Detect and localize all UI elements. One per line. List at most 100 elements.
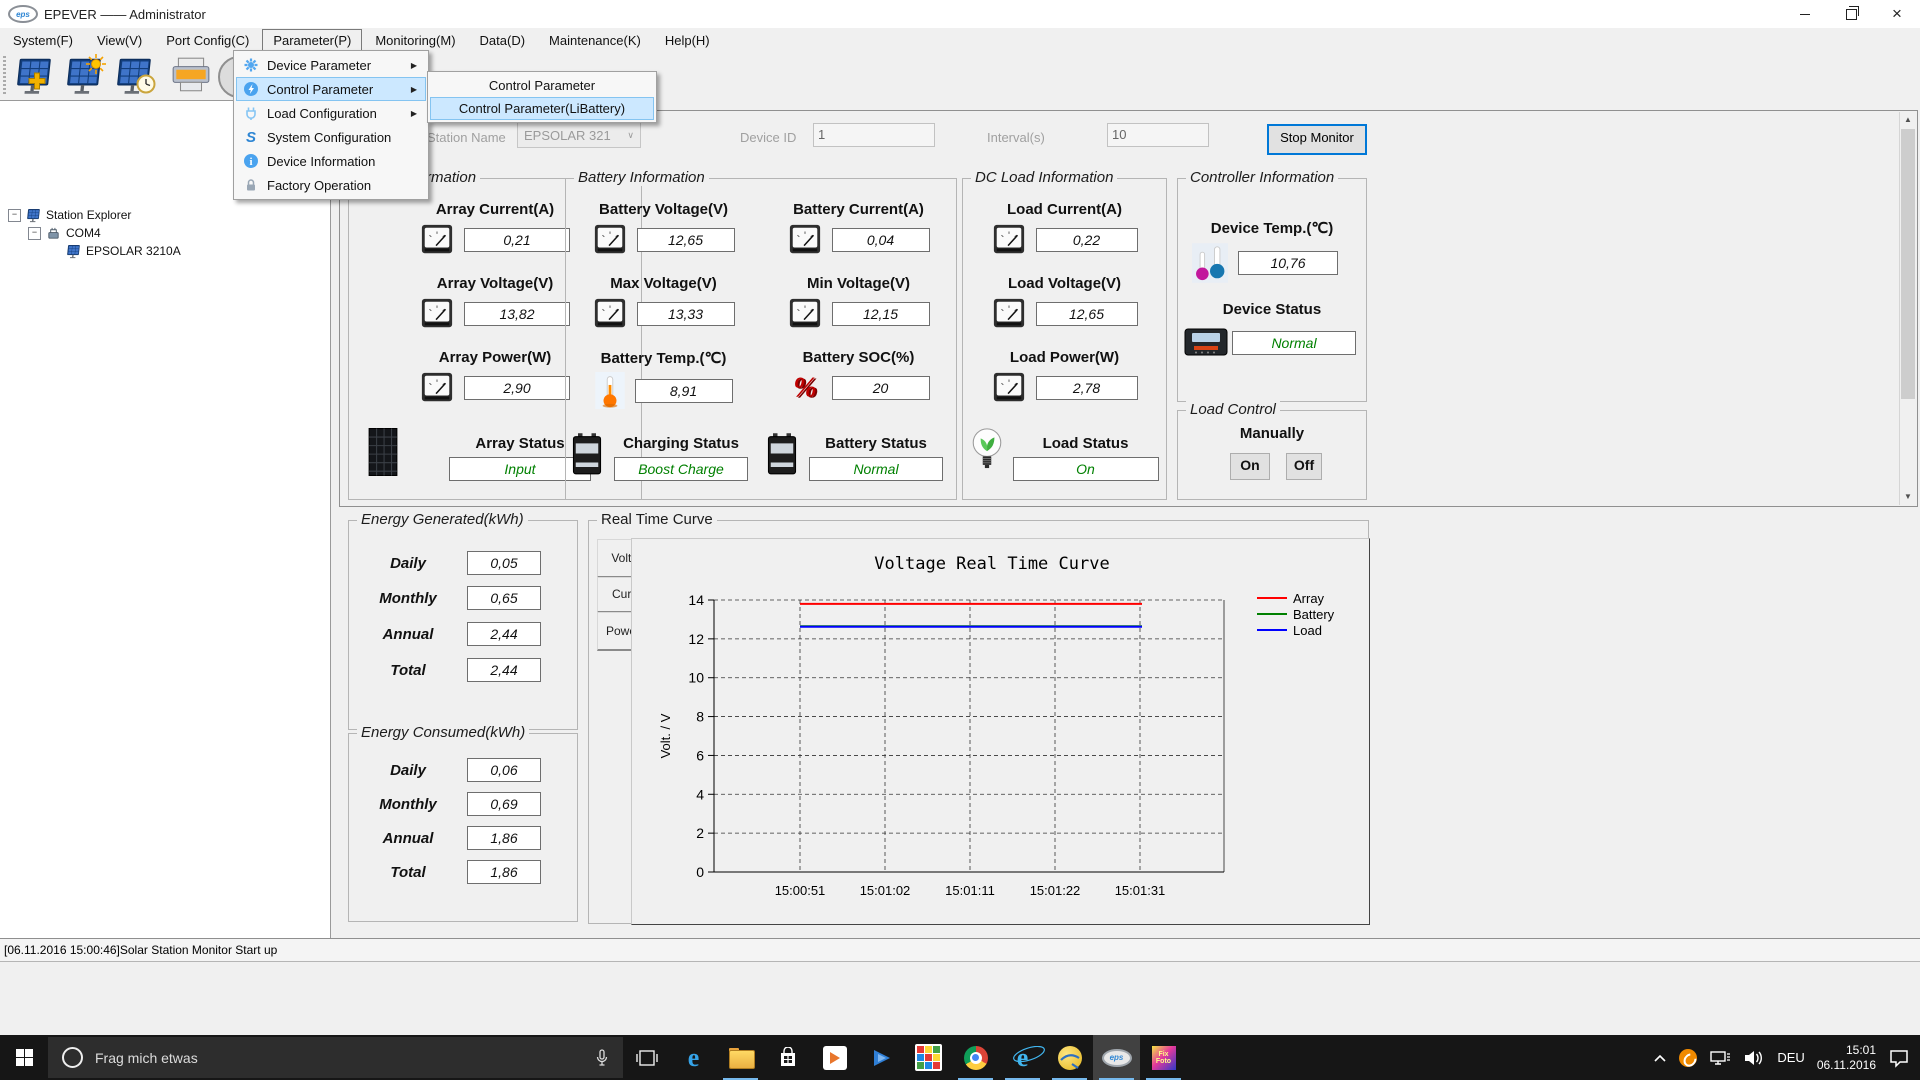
task-view-icon [635,1049,658,1066]
language-indicator[interactable]: DEU [1777,1050,1804,1065]
device-id-input[interactable]: 1 [813,123,935,147]
taskbar-epever-app[interactable]: eps [1093,1035,1140,1080]
dual-thermometer-icon [1192,243,1228,283]
grid-apps-icon [915,1044,942,1071]
solar-station-add-icon[interactable] [14,56,58,98]
submenu-arrow-icon: ▶ [410,108,417,118]
tree-item-com4[interactable]: − COM4 [28,225,101,241]
parameter-dropdown-menu: Device Parameter ▶ Control Parameter ▶ Loa… [233,50,429,200]
control-parameter-submenu: Control Parameter Control Parameter(LiBa… [427,71,657,123]
taskbar-file-explorer[interactable] [717,1035,764,1080]
svg-text:15:01:22: 15:01:22 [1030,883,1081,898]
percent-icon [788,371,822,405]
toolbar-drag-handle[interactable] [3,56,6,96]
menu-system[interactable]: System(F) [2,29,84,52]
svg-text:0: 0 [696,864,704,880]
station-name-select[interactable]: EPSOLAR 321 ∨ [517,122,641,148]
taskbar-search[interactable]: Frag mich etwas [48,1037,623,1078]
cortana-icon [62,1047,83,1068]
tree-item-station-explorer[interactable]: − Station Explorer [8,207,131,223]
battery-status-value: Normal [809,457,943,481]
controller-information-panel: Controller Information Device Temp.(℃) 1… [1177,169,1367,402]
svg-text:Array: Array [1293,591,1325,606]
taskbar-fixfoto[interactable]: Fix Foto [1140,1035,1187,1080]
media-player-icon [822,1045,847,1070]
menu-monitoring[interactable]: Monitoring(M) [364,29,466,52]
menu-item-device-information[interactable]: Device Information [236,149,426,173]
speaker-icon[interactable] [1743,1049,1765,1067]
menu-item-control-parameter[interactable]: Control Parameter ▶ [236,77,426,101]
menu-view[interactable]: View(V) [86,29,153,52]
expand-collapse-icon[interactable]: − [8,208,21,222]
energy-gen-total: 2,44 [467,658,541,682]
task-view-button[interactable] [623,1035,670,1080]
array-current-value: 0,21 [464,228,570,252]
close-button[interactable]: × [1874,0,1920,28]
svg-text:Voltage Real Time Curve: Voltage Real Time Curve [874,554,1109,574]
menu-item-system-configuration[interactable]: System Configuration [236,125,426,149]
load-voltage-value: 12,65 [1035,302,1138,326]
energy-con-annual: 1,86 [467,826,541,850]
interval-input[interactable]: 10 [1107,123,1209,147]
expand-collapse-icon[interactable]: − [28,226,41,240]
scroll-up-icon[interactable]: ▲ [1900,112,1916,128]
energy-con-monthly: 0,69 [467,792,541,816]
taskbar-media-player[interactable] [811,1035,858,1080]
taskbar-globe-app[interactable] [1046,1035,1093,1080]
menu-parameter[interactable]: Parameter(P) [262,28,363,52]
menu-maintenance[interactable]: Maintenance(K) [538,29,652,52]
submenu-item-control-parameter-libattery[interactable]: Control Parameter(LiBattery) [430,97,654,120]
mic-icon[interactable] [595,1048,609,1068]
avira-icon[interactable] [1679,1048,1700,1069]
menu-data[interactable]: Data(D) [469,29,537,52]
solar-station-sun-icon[interactable] [64,56,108,98]
title-bar: eps EPEVER —— Administrator × [0,0,1920,29]
load-power-value: 2,78 [1035,376,1138,400]
load-current-value: 0,22 [1035,228,1138,252]
realtime-chart: 0 2 4 6 8 10 12 14 15:00:51 15:01:02 15:01:11 15:01… [658,554,1335,898]
restore-button[interactable] [1828,0,1874,28]
menu-item-factory-operation[interactable]: Factory Operation [236,173,426,197]
device-status-value: Normal [1232,331,1356,355]
solar-station-clock-icon[interactable] [114,56,158,98]
thermometer-icon [594,372,625,409]
menu-item-load-configuration[interactable]: Load Configuration ▶ [236,101,426,125]
taskbar-store[interactable] [764,1035,811,1080]
movies-tv-icon [873,1049,890,1066]
load-on-button[interactable]: On [1230,453,1270,480]
taskbar-grid-apps[interactable] [905,1035,952,1080]
svg-text:14: 14 [688,592,704,608]
printer-icon[interactable] [170,56,214,98]
store-icon [780,1046,795,1066]
stop-monitor-button[interactable]: Stop Monitor [1267,124,1367,155]
menu-port-config[interactable]: Port Config(C) [155,29,260,52]
scroll-down-icon[interactable]: ▼ [1900,489,1916,505]
action-center-icon[interactable] [1888,1048,1910,1068]
epever-app-icon: eps [1101,1048,1132,1067]
tree-item-device[interactable]: EPSOLAR 3210A [66,243,181,259]
min-voltage-value: 12,15 [831,302,930,326]
energy-gen-monthly: 0,65 [467,586,541,610]
app-logo-icon: eps [8,5,38,23]
start-button[interactable] [0,1035,48,1080]
minimize-button[interactable] [1782,0,1828,28]
taskbar-chrome[interactable] [952,1035,999,1080]
taskbar-movies-tv[interactable] [858,1035,905,1080]
tray-chevron-icon[interactable] [1653,1053,1667,1063]
scrollbar-thumb[interactable] [1901,129,1915,399]
submenu-item-control-parameter[interactable]: Control Parameter [430,74,654,97]
vertical-scrollbar[interactable]: ▲ ▼ [1899,112,1916,505]
menu-item-device-parameter[interactable]: Device Parameter ▶ [236,53,426,77]
energy-con-total: 1,86 [467,860,541,884]
svg-text:8: 8 [696,709,704,725]
station-explorer-panel: − Station Explorer − COM4 EPSOLAR 3210A [0,100,331,939]
taskbar-clock[interactable]: 15:01 06.11.2016 [1817,1043,1876,1073]
load-off-button[interactable]: Off [1286,453,1322,480]
solar-panel-icon [26,208,40,222]
menu-help[interactable]: Help(H) [654,29,721,52]
taskbar-internet-explorer[interactable]: e [999,1035,1046,1080]
network-icon[interactable] [1709,1049,1731,1067]
chrome-icon [963,1045,988,1070]
svg-text:15:01:11: 15:01:11 [945,883,995,898]
taskbar-edge[interactable]: e [670,1035,717,1080]
